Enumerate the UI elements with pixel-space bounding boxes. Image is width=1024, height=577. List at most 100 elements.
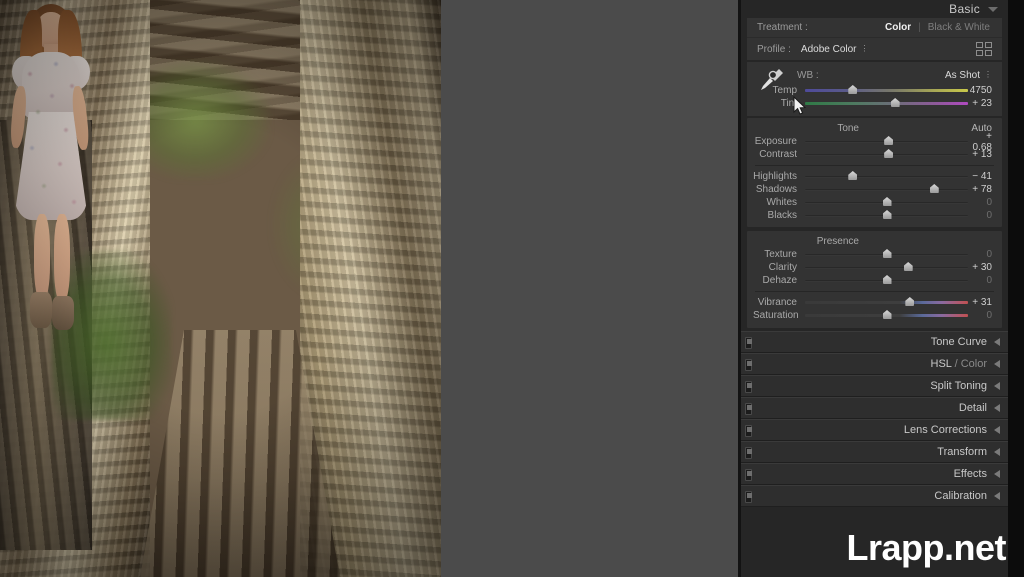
slider-value[interactable]: 0 bbox=[968, 197, 998, 208]
treatment-bw-button[interactable]: Black & White bbox=[928, 22, 990, 33]
panel-calibration[interactable]: Calibration bbox=[741, 485, 1008, 507]
slider-track-area[interactable] bbox=[805, 248, 968, 261]
slider-track-area[interactable] bbox=[805, 296, 968, 309]
slider-track-area[interactable] bbox=[805, 97, 968, 110]
slider-track-area[interactable] bbox=[805, 170, 968, 183]
panel-switch-icon[interactable] bbox=[745, 359, 752, 371]
panel-switch-icon[interactable] bbox=[745, 469, 752, 481]
slider-knob[interactable] bbox=[848, 85, 858, 94]
profile-row: Profile : Adobe Color ⋮ bbox=[747, 38, 1002, 60]
panel-tone-curve[interactable]: Tone Curve bbox=[741, 331, 1008, 353]
slider-row[interactable]: Saturation 0 bbox=[747, 309, 1002, 322]
slider-row[interactable]: Dehaze 0 bbox=[747, 274, 1002, 287]
up-down-stepper-icon[interactable]: ⋮ bbox=[861, 45, 869, 53]
slider-value[interactable]: 0 bbox=[968, 275, 998, 286]
workspace-backdrop bbox=[441, 0, 738, 577]
profile-grid-icon[interactable] bbox=[976, 42, 992, 56]
triangle-left-icon[interactable] bbox=[994, 492, 1000, 500]
slider-value[interactable]: + 13 bbox=[968, 149, 998, 160]
slider-row[interactable]: Blacks 0 bbox=[747, 209, 1002, 222]
slider-row[interactable]: Highlights − 41 bbox=[747, 170, 1002, 183]
slider-knob[interactable] bbox=[884, 149, 894, 158]
slider-knob[interactable] bbox=[929, 184, 939, 193]
slider-knob[interactable] bbox=[890, 98, 900, 107]
right-edge-strip[interactable] bbox=[1008, 0, 1024, 577]
slider-value[interactable]: + 30 bbox=[968, 262, 998, 273]
panel-transform[interactable]: Transform bbox=[741, 441, 1008, 463]
slider-track-area[interactable] bbox=[805, 196, 968, 209]
panel-hsl-color[interactable]: HSL / Color bbox=[741, 353, 1008, 375]
slider-row[interactable]: Exposure + 0.68 bbox=[747, 131, 1002, 153]
slider-track-area[interactable] bbox=[805, 148, 968, 161]
panel-switch-icon[interactable] bbox=[745, 447, 752, 459]
slider-row[interactable]: Texture 0 bbox=[747, 248, 1002, 261]
slider-knob[interactable] bbox=[882, 275, 892, 284]
presence-slider-list-b: Vibrance + 31 Saturation 0 bbox=[747, 296, 1002, 322]
slider-row[interactable]: Shadows + 78 bbox=[747, 183, 1002, 196]
develop-right-panel: Basic Treatment : Color | Black & White … bbox=[741, 0, 1008, 577]
slider-label: Clarity bbox=[768, 262, 797, 273]
slider-track-area[interactable] bbox=[805, 84, 968, 97]
triangle-left-icon[interactable] bbox=[994, 338, 1000, 346]
triangle-left-icon[interactable] bbox=[994, 360, 1000, 368]
presence-slider-list-a: Texture 0 Clarity + 30 Dehaze 0 bbox=[747, 248, 1002, 287]
panel-effects[interactable]: Effects bbox=[741, 463, 1008, 485]
slider-knob[interactable] bbox=[882, 310, 892, 319]
slider-row[interactable]: Contrast + 13 bbox=[747, 148, 1002, 161]
panel-lens-corrections[interactable]: Lens Corrections bbox=[741, 419, 1008, 441]
slider-knob[interactable] bbox=[905, 297, 915, 306]
triangle-left-icon[interactable] bbox=[994, 426, 1000, 434]
treatment-color-button[interactable]: Color bbox=[885, 22, 911, 33]
slider-track bbox=[805, 176, 968, 178]
triangle-left-icon[interactable] bbox=[994, 404, 1000, 412]
slider-value[interactable]: 0 bbox=[968, 310, 998, 321]
panel-label: Tone Curve bbox=[930, 336, 987, 348]
slider-row[interactable]: Tint + 23 bbox=[747, 97, 1002, 110]
slider-knob[interactable] bbox=[903, 262, 913, 271]
lightroom-develop-window: Basic Treatment : Color | Black & White … bbox=[0, 0, 1024, 577]
slider-knob[interactable] bbox=[882, 249, 892, 258]
slider-track-area[interactable] bbox=[805, 261, 968, 274]
slider-label: Tint bbox=[780, 98, 797, 109]
slider-value[interactable]: + 23 bbox=[968, 98, 998, 109]
slider-value[interactable]: 0 bbox=[968, 210, 998, 221]
slider-track-area[interactable] bbox=[805, 274, 968, 287]
presence-header: Presence bbox=[747, 234, 1002, 248]
slider-track-area[interactable] bbox=[805, 209, 968, 222]
panel-switch-icon[interactable] bbox=[745, 491, 752, 503]
slider-label: Vibrance bbox=[757, 297, 797, 308]
slider-row[interactable]: Vibrance + 31 bbox=[747, 296, 1002, 309]
slider-row[interactable]: Clarity + 30 bbox=[747, 261, 1002, 274]
wb-preset-value[interactable]: As Shot bbox=[945, 70, 980, 81]
slider-knob[interactable] bbox=[848, 171, 858, 180]
panel-switch-icon[interactable] bbox=[745, 337, 752, 349]
panel-switch-icon[interactable] bbox=[745, 403, 752, 415]
slider-value[interactable]: + 78 bbox=[968, 184, 998, 195]
panel-detail[interactable]: Detail bbox=[741, 397, 1008, 419]
triangle-left-icon[interactable] bbox=[994, 382, 1000, 390]
photo-vignette bbox=[0, 0, 441, 577]
slider-value[interactable]: − 41 bbox=[968, 171, 998, 182]
chevron-down-icon[interactable] bbox=[988, 6, 998, 12]
slider-knob[interactable] bbox=[884, 136, 894, 145]
slider-value[interactable]: + 31 bbox=[968, 297, 998, 308]
white-balance-section: WB : As Shot ⋮ Temp 4750 Tint + 23 bbox=[747, 62, 1002, 116]
slider-row[interactable]: Whites 0 bbox=[747, 196, 1002, 209]
slider-track-area[interactable] bbox=[805, 183, 968, 196]
panel-switch-icon[interactable] bbox=[745, 381, 752, 393]
slider-value[interactable]: 4750 bbox=[968, 85, 998, 96]
panel-switch-icon[interactable] bbox=[745, 425, 752, 437]
profile-value[interactable]: Adobe Color bbox=[801, 44, 857, 55]
eyedropper-icon[interactable] bbox=[757, 66, 787, 92]
basic-panel-header[interactable]: Basic bbox=[741, 0, 1008, 18]
slider-knob[interactable] bbox=[882, 210, 892, 219]
slider-value[interactable]: 0 bbox=[968, 249, 998, 260]
up-down-stepper-icon[interactable]: ⋮ bbox=[984, 71, 992, 79]
photo-preview[interactable] bbox=[0, 0, 441, 577]
triangle-left-icon[interactable] bbox=[994, 470, 1000, 478]
slider-track-area[interactable] bbox=[805, 309, 968, 322]
panel-split-toning[interactable]: Split Toning bbox=[741, 375, 1008, 397]
slider-knob[interactable] bbox=[882, 197, 892, 206]
slider-track-area[interactable] bbox=[805, 135, 968, 148]
triangle-left-icon[interactable] bbox=[994, 448, 1000, 456]
